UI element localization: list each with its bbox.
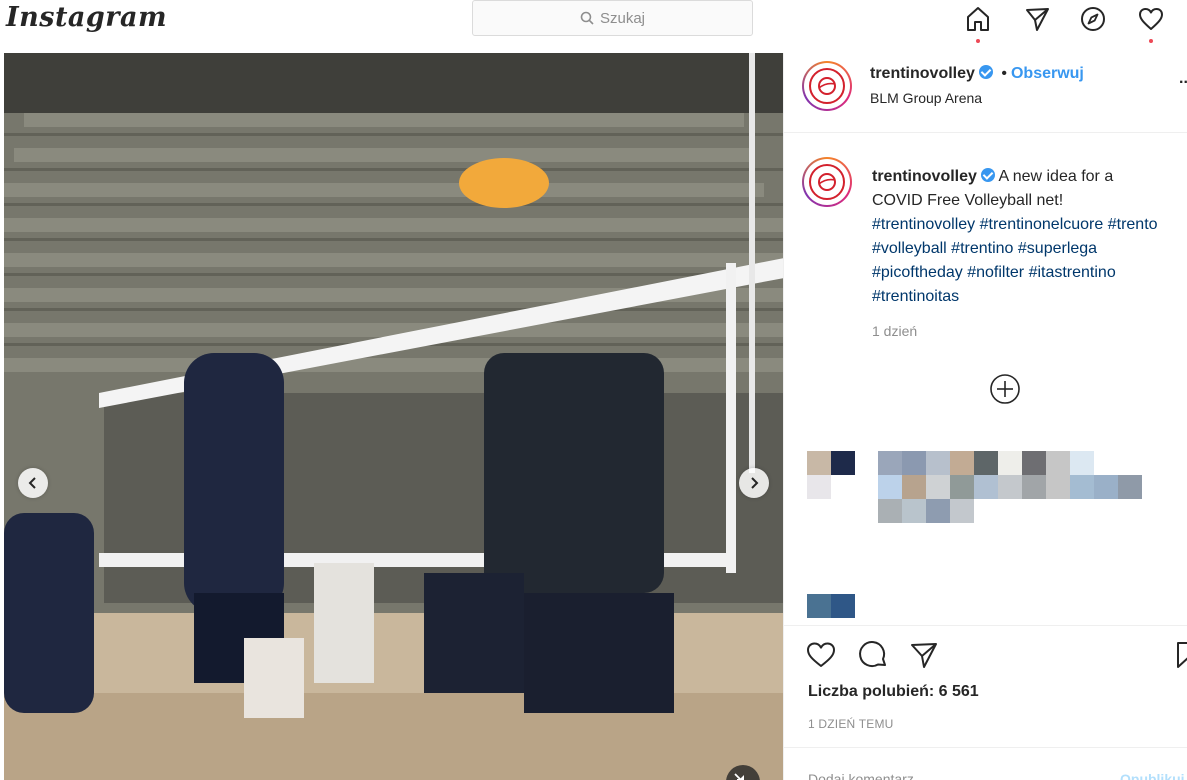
blurred-comment-avatar xyxy=(807,451,855,499)
hashtag-link[interactable]: #trento xyxy=(1108,216,1158,233)
activity-heart-icon[interactable] xyxy=(1134,2,1168,36)
post-location[interactable]: BLM Group Arena xyxy=(870,90,982,106)
caption-username[interactable]: trentinovolley xyxy=(872,168,977,185)
hashtag-link[interactable]: #trentinovolley xyxy=(872,216,975,233)
author-username[interactable]: trentinovolley xyxy=(870,65,975,82)
top-bar: Instagram Szukaj xyxy=(0,0,1187,44)
share-icon[interactable] xyxy=(907,638,941,672)
post-video[interactable] xyxy=(4,53,783,780)
blurred-comment-avatar-2 xyxy=(807,594,855,618)
comment-divider xyxy=(784,747,1187,748)
post-header-title: trentinovolley • Obserwuj xyxy=(870,65,1084,83)
instagram-logo[interactable]: Instagram xyxy=(6,2,167,33)
like-heart-icon[interactable] xyxy=(804,638,838,672)
verified-badge-icon xyxy=(980,168,995,182)
home-notification-dot xyxy=(976,39,980,43)
search-icon xyxy=(580,11,594,25)
hashtag-link[interactable]: #volleyball xyxy=(872,240,947,257)
hashtag-link[interactable]: #trentino xyxy=(951,240,1013,257)
video-frame xyxy=(4,53,783,780)
hashtag-link[interactable]: #itastrentino xyxy=(1029,264,1116,281)
save-bookmark-icon[interactable] xyxy=(1172,638,1187,672)
add-comment-input[interactable]: Dodaj komentarz... xyxy=(808,771,926,780)
caption-author-avatar[interactable] xyxy=(802,157,852,207)
follow-button[interactable]: Obserwuj xyxy=(1011,65,1084,82)
activity-notification-dot xyxy=(1149,39,1153,43)
posted-ago: 1 DZIEŃ TEMU xyxy=(808,717,894,731)
actions-divider xyxy=(784,625,1187,626)
author-avatar[interactable] xyxy=(802,61,852,111)
hashtag-link[interactable]: #picoftheday xyxy=(872,264,963,281)
search-placeholder: Szukaj xyxy=(599,9,646,27)
more-options-button[interactable]: ... xyxy=(1179,70,1187,88)
separator-dot: • xyxy=(1001,65,1007,82)
home-icon[interactable] xyxy=(961,2,995,36)
hashtag-link[interactable]: #trentinoitas xyxy=(872,288,959,305)
explore-icon[interactable] xyxy=(1076,2,1110,36)
hashtag-link[interactable]: #nofilter xyxy=(967,264,1024,281)
post-caption: trentinovolley A new idea for a COVID Fr… xyxy=(872,165,1162,309)
search-input[interactable]: Szukaj xyxy=(472,0,753,36)
blurred-comment-text xyxy=(878,451,1142,523)
chevron-left-icon xyxy=(28,477,36,489)
volleyball-logo-icon xyxy=(818,173,836,191)
hashtag-link[interactable]: #trentinonelcuore xyxy=(980,216,1104,233)
volleyball-logo-icon xyxy=(818,77,836,95)
load-more-comments-icon[interactable] xyxy=(989,373,1021,405)
speaker-muted-icon xyxy=(734,773,744,780)
previous-slide-button[interactable] xyxy=(18,468,48,498)
mute-button[interactable] xyxy=(726,765,760,780)
header-divider xyxy=(784,132,1187,133)
post-side-panel: trentinovolley • Obserwuj BLM Group Arena… xyxy=(783,53,1187,780)
verified-badge-icon xyxy=(978,65,993,79)
publish-comment-button[interactable]: Opublikuj xyxy=(1120,771,1185,780)
direct-icon[interactable] xyxy=(1020,2,1054,36)
next-slide-button[interactable] xyxy=(739,468,769,498)
comment-icon[interactable] xyxy=(857,638,891,672)
chevron-right-icon xyxy=(751,477,759,489)
caption-hashtags: #trentinovolley #trentinonelcuore #trent… xyxy=(872,216,1158,305)
hashtag-link[interactable]: #superlega xyxy=(1018,240,1097,257)
caption-time: 1 dzień xyxy=(872,323,918,339)
likes-count[interactable]: Liczba polubień: 6 561 xyxy=(808,683,979,701)
